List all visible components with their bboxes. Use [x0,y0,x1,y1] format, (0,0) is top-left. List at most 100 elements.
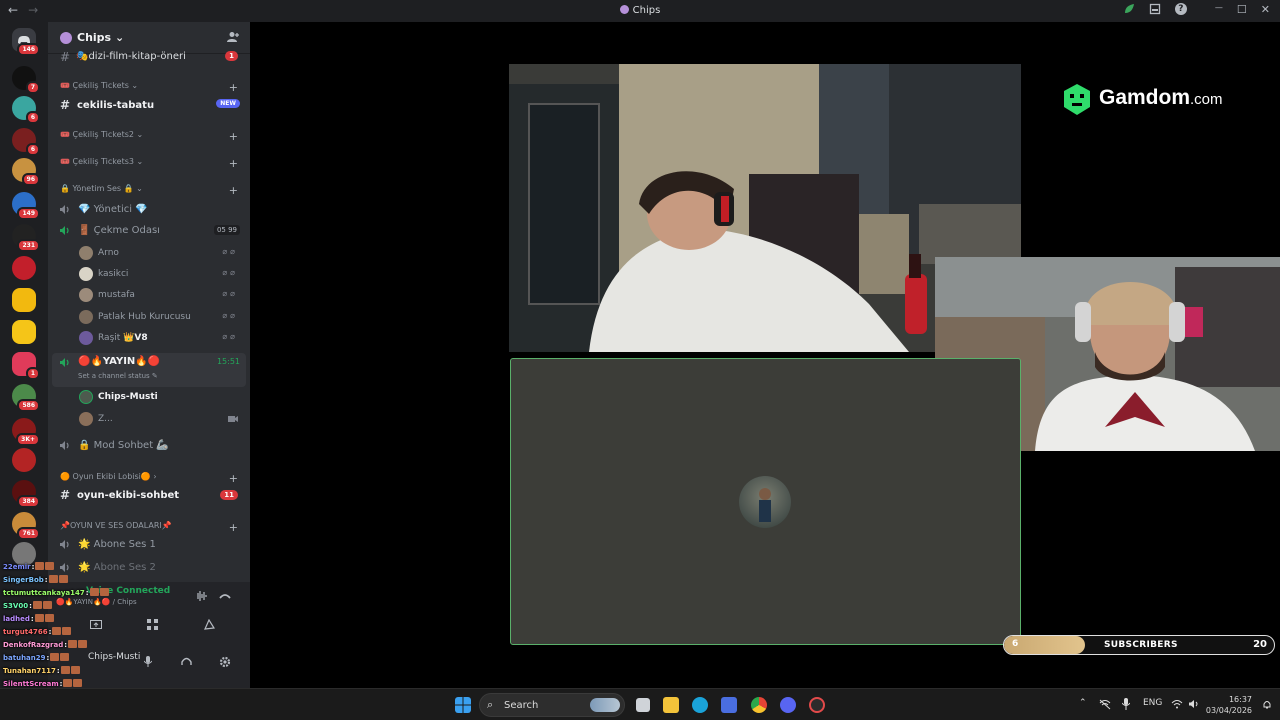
category-oyun-ekibi-lobisi[interactable]: 🟠 Oyun Ekibi Lobisi🟠 › + [48,472,250,485]
windows-start-icon[interactable] [455,697,471,713]
channel-name: 🌟 Abone Ses 1 [78,539,156,550]
windows-taskbar: ⌕ Search ⌃ ENG 16:37 03/04/2026 [0,688,1280,720]
voice-channel-yayin[interactable]: 🔴🔥YAYIN🔥🔴 15:51 Set a channel status ✎ [52,353,246,387]
chat-separator: : [30,615,34,623]
file-explorer-icon[interactable] [663,697,679,713]
noise-suppression-icon[interactable] [195,591,207,601]
voice-channel-mod-sohbet[interactable]: 🔒 Mod Sohbet 🦾 [48,438,250,454]
server-icon[interactable] [12,288,36,312]
chat-username: turgut4766 [3,628,48,636]
server-icon[interactable] [12,256,36,280]
input-language[interactable]: ENG [1143,698,1162,708]
search-highlight-icon [590,698,620,712]
server-icon[interactable]: 231 [12,224,40,252]
add-channel-icon[interactable]: + [229,157,238,170]
channel-status[interactable]: Set a channel status ✎ [78,372,158,380]
maximize-button[interactable]: ☐ [1237,3,1247,16]
edge-browser-icon[interactable] [692,697,708,713]
server-icon[interactable]: 384 [12,480,40,508]
system-clock[interactable]: 16:37 03/04/2026 [1206,694,1252,716]
soundboard-icon[interactable] [204,619,215,630]
obs-icon[interactable] [809,697,825,713]
voice-channel-abone-ses-1[interactable]: 🌟 Abone Ses 1 [48,537,250,553]
discord-icon[interactable] [780,697,796,713]
category-oyun-ve-ses-odalari[interactable]: 📌OYUN VE SES ODALARI📌 + [48,521,250,534]
direct-messages-icon[interactable]: 146 [12,28,40,56]
chat-emote-icon [78,640,88,648]
chat-username: S3V00 [3,602,29,610]
category-label: 🎟️ Çekiliş Tickets3 ⌄ [60,157,144,166]
microphone-tray-icon[interactable] [1122,698,1130,710]
notifications-bell-icon[interactable] [1262,699,1272,710]
voice-user[interactable]: Raşit 👑V8 ⌀⌀ [48,331,250,347]
settings-gear-icon[interactable] [219,656,231,668]
chat-separator: : [85,589,89,597]
inbox-icon[interactable] [1149,3,1161,15]
server-icon[interactable]: 6 [12,128,40,156]
channel-dizi-film[interactable]: # 🎭dizi-film-kitap-öneri 1 [48,50,250,64]
taskbar-search[interactable]: ⌕ Search [479,693,625,717]
voice-user[interactable]: Arno ⌀⌀ [48,246,250,262]
help-icon[interactable]: ? [1174,3,1187,15]
channel-oyun-ekibi-sohbet[interactable]: # oyun-ekibi-sohbet 11 [48,488,250,504]
wifi-icon[interactable] [1171,699,1183,709]
chat-message: turgut4766: [3,627,72,636]
add-channel-icon[interactable]: + [229,472,238,485]
leaf-icon[interactable] [1123,3,1135,15]
category-yonetim-ses[interactable]: 🔒 Yönetim Ses 🔒 ⌄ + [48,184,250,197]
channel-cekilis-tabatu[interactable]: # cekilis-tabatu NEW [48,98,250,114]
server-icon[interactable]: 761 [12,512,40,540]
voice-channel-cekme-odasi[interactable]: 🚪 Çekme Odası 05 99 [48,223,250,239]
close-button[interactable]: ✕ [1261,3,1270,16]
user-name: Raşit 👑V8 [98,333,148,343]
server-icon[interactable] [12,448,36,472]
category-cekilis-tickets3[interactable]: 🎟️ Çekiliş Tickets3 ⌄ + [48,157,250,170]
voice-channel-yonetici[interactable]: 💎 Yönetici 💎 [48,202,250,218]
server-icon[interactable]: 3K+ [12,418,40,446]
add-channel-icon[interactable]: + [229,184,238,197]
volume-icon[interactable] [1188,699,1200,709]
add-channel-icon[interactable]: + [229,521,238,534]
channel-name: 💎 Yönetici 💎 [78,204,148,215]
store-icon[interactable] [721,697,737,713]
server-icon[interactable]: 1 [12,352,40,380]
invite-people-icon[interactable] [226,30,240,44]
chat-username: ladhed [3,615,30,623]
category-cekilis-tickets2[interactable]: 🎟️ Çekiliş Tickets2 ⌄ + [48,130,250,143]
category-cekilis-tickets[interactable]: 🎟️ Çekiliş Tickets ⌄ + [48,81,250,94]
voice-participant-tile[interactable] [510,358,1021,645]
chat-emote-icon [52,627,62,635]
add-channel-icon[interactable]: + [229,81,238,94]
server-icon[interactable]: 6 [12,96,40,124]
chat-separator: : [46,654,50,662]
voice-user[interactable]: kasikci ⌀⌀ [48,267,250,283]
server-icon[interactable]: 149 [12,192,40,220]
hash-icon: # [60,488,71,502]
add-channel-icon[interactable]: + [229,130,238,143]
disconnect-icon[interactable] [219,592,231,600]
server-icon[interactable] [12,320,36,344]
chat-emote-icon [58,575,68,583]
avatar [79,331,93,345]
chat-emote-icon [62,627,72,635]
chrome-icon[interactable] [751,697,767,713]
chat-emote-icon [48,575,58,583]
voice-user[interactable]: mustafa ⌀⌀ [48,288,250,304]
guild-name[interactable]: Chips ⌄ [77,31,124,44]
task-view-icon[interactable] [636,698,650,712]
voice-user[interactable]: Chips-Musti [48,390,250,406]
voice-user[interactable]: Z... [48,412,250,428]
chat-emote-icon [63,679,73,687]
minimize-button[interactable]: — [1215,3,1223,16]
network-off-icon[interactable] [1099,699,1111,710]
show-hidden-icons[interactable]: ⌃ [1079,698,1087,708]
server-icon[interactable]: 586 [12,384,40,412]
voice-user[interactable]: Patlak Hub Kurucusu ⌀⌀ [48,310,250,326]
muted-deafened-icon: ⌀⌀ [222,289,238,298]
avatar [79,246,93,260]
chat-message: DenkofRazgrad: [3,640,88,649]
server-icon[interactable]: 7 [12,66,40,94]
server-icon[interactable]: 96 [12,158,40,186]
unread-badge: 231 [17,239,40,252]
channel-timer: 15:51 [216,357,240,366]
